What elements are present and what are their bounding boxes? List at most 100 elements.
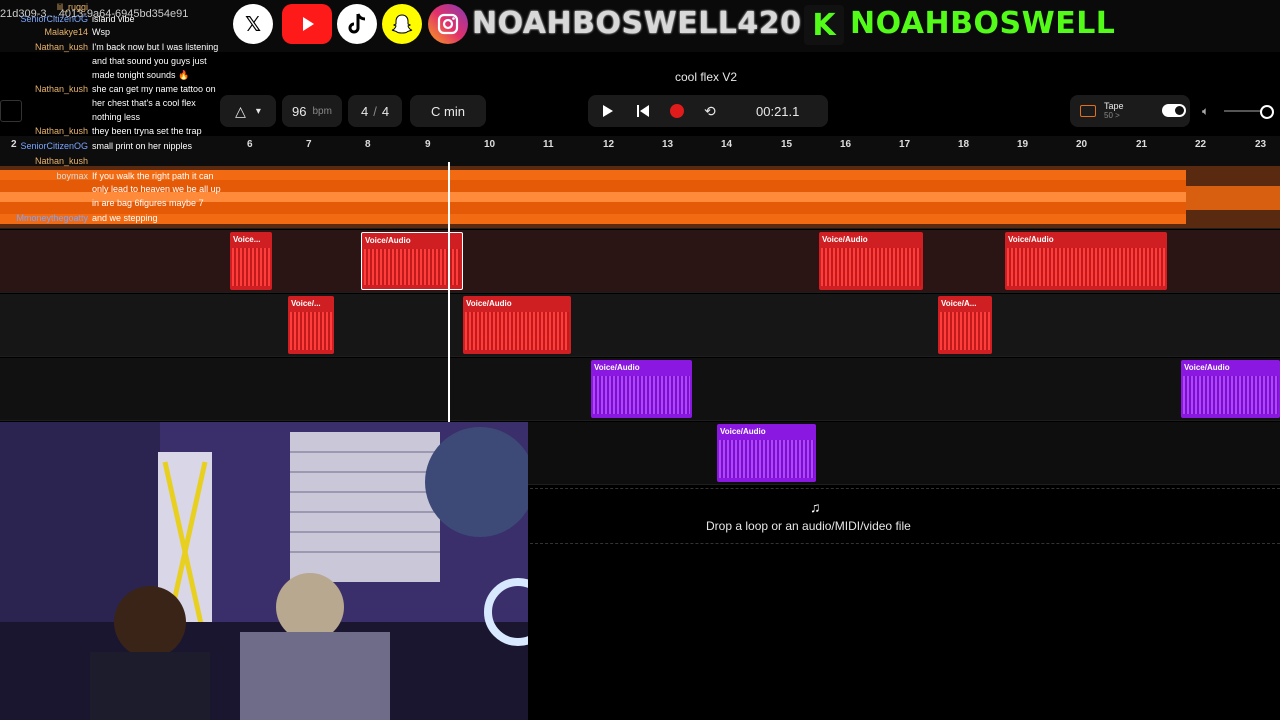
drop-zone-text: Drop a loop or an audio/MIDI/video file [706, 519, 911, 533]
chat-text: made tonight sounds 🔥 [92, 70, 190, 80]
audio-clip[interactable]: Voice/Audio [717, 424, 816, 482]
chat-message: Nathan_kush they been tryna set the trap [0, 124, 202, 138]
chat-text: she can get my name tattoo on [92, 84, 216, 94]
time-sig-denominator: 4 [381, 103, 390, 119]
ruler-marker: 19 [1017, 139, 1029, 150]
snapchat-icon [382, 4, 422, 44]
ruler-marker: 8 [365, 139, 371, 150]
chat-text: I'm back now but I was listening [92, 42, 219, 52]
clip-label: Voice/Audio [365, 236, 411, 245]
webcam-image [0, 422, 528, 720]
audio-clip[interactable]: Voice/A... [938, 296, 992, 354]
chat-message: in are bag 6figures maybe 7 [0, 196, 204, 210]
ruler-marker: 17 [899, 139, 911, 150]
ruler-marker: 23 [1255, 139, 1267, 150]
ruler-marker: 21 [1136, 139, 1148, 150]
clip-label: Voice/Audio [822, 235, 868, 244]
chat-username: Mmoneythegoatty [16, 213, 88, 223]
kick-logo: K [804, 5, 844, 45]
chat-message: made tonight sounds 🔥 [0, 68, 189, 82]
chat-text: Wsp [92, 27, 110, 37]
chat-username: Nathan_kush [34, 126, 88, 136]
chat-text: in are bag 6figures maybe 7 [92, 198, 204, 208]
track-4[interactable]: Voice/Audio Voice/Audio [0, 358, 1280, 421]
clip-label: Voice/... [291, 299, 321, 308]
rewind-button[interactable] [636, 104, 650, 121]
audio-clip[interactable]: Voice/Audio [591, 360, 692, 418]
drop-zone[interactable]: ♫ Drop a loop or an audio/MIDI/video fil… [530, 488, 1280, 544]
time-sig-separator: / [373, 103, 377, 119]
metronome-button[interactable]: △ ▾ [220, 95, 276, 127]
chat-username: Nathan_kush [34, 156, 88, 166]
chat-text: nothing less [92, 112, 141, 122]
chat-text: only lead to heaven we be all up [92, 184, 221, 194]
ruler-marker: 6 [247, 139, 253, 150]
ruler-marker: 9 [425, 139, 431, 150]
clip-label: Voice/Audio [466, 299, 512, 308]
kick-handle: NOAHBOSWELL [850, 6, 1116, 41]
tape-toggle[interactable] [1162, 104, 1186, 117]
chat-message: her chest that's a cool flex [0, 96, 196, 110]
track-2[interactable]: Voice... Voice/Audio Voice/Audio Voice/A… [0, 230, 1280, 293]
time-display: 00:21.1 [756, 104, 800, 119]
tempo-unit: bpm [312, 105, 332, 117]
chat-message: only lead to heaven we be all up [0, 182, 221, 196]
key-field[interactable]: C min [410, 95, 486, 127]
audio-clip[interactable]: Voice/Audio [819, 232, 923, 290]
chat-message: Nathan_kush [0, 154, 92, 168]
chat-username: Nathan_kush [34, 84, 88, 94]
project-title[interactable]: cool flex V2 [675, 70, 737, 84]
track-3[interactable]: Voice/... Voice/Audio Voice/A... [0, 294, 1280, 357]
ruler-marker: 7 [306, 139, 312, 150]
time-sig-numerator: 4 [360, 103, 369, 119]
volume-slider[interactable] [1224, 105, 1274, 119]
chat-username: Nathan_kush [34, 42, 88, 52]
loop-button[interactable]: ⟲ [704, 103, 716, 120]
chat-username: boymax [56, 171, 88, 181]
audio-clip[interactable]: Voice/... [288, 296, 334, 354]
tape-label: Tape [1104, 101, 1124, 111]
play-button[interactable] [602, 104, 614, 121]
clip-label: Voice/A... [941, 299, 977, 308]
audio-clip[interactable]: Voice/Audio [1181, 360, 1280, 418]
ruler-marker: 16 [840, 139, 852, 150]
time-signature-field[interactable]: 4 / 4 [348, 95, 402, 127]
chat-username: SeniorCitizenOG [20, 14, 88, 24]
ruler-marker: 12 [603, 139, 615, 150]
play-icon [603, 105, 613, 117]
ruler-marker: 18 [958, 139, 970, 150]
tempo-field[interactable]: 96 bpm [282, 95, 342, 127]
webcam-feed [0, 422, 528, 720]
chat-message: Malakye14 Wsp [0, 25, 110, 39]
audio-clip[interactable]: Voice... [230, 232, 272, 290]
ruler-marker: 13 [662, 139, 674, 150]
tempo-value: 96 [292, 103, 307, 119]
record-button[interactable] [670, 104, 684, 118]
audio-clip[interactable]: Voice/Audio [1005, 232, 1167, 290]
chat-message: SeniorCitizenOG island vibe [0, 12, 135, 26]
key-value: C min [431, 103, 465, 119]
volume-icon: 🔈︎ [1202, 104, 1210, 118]
chat-username: Malakye14 [44, 27, 88, 37]
chat-text: island vibe [92, 14, 135, 24]
clip-label: Voice... [233, 235, 261, 244]
playhead[interactable] [448, 162, 450, 422]
music-note-icon: ♫ [810, 499, 821, 515]
clip-label: Voice/Audio [594, 363, 640, 372]
ruler-marker: 15 [781, 139, 793, 150]
chat-message: Mmoneythegoatty and we stepping [0, 211, 157, 225]
chat-message: and that sound you guys just [0, 54, 207, 68]
chat-text: her chest that's a cool flex [92, 98, 196, 108]
chat-text: If you walk the right path it can [92, 171, 214, 181]
transport-bar: ⟲ 00:21.1 [588, 95, 828, 127]
audio-clip[interactable]: Voice/Audio [463, 296, 571, 354]
ruler-marker: 20 [1076, 139, 1088, 150]
chat-message: SeniorCitizenOG small print on her nipple… [0, 139, 192, 153]
youtube-icon [282, 4, 332, 44]
audio-clip-tail[interactable] [1186, 186, 1280, 210]
skip-back-icon [637, 105, 649, 117]
chat-text: and that sound you guys just [92, 56, 207, 66]
clip-label: Voice/Audio [1184, 363, 1230, 372]
ruler-marker: 22 [1195, 139, 1207, 150]
metronome-icon: △ [235, 102, 246, 119]
